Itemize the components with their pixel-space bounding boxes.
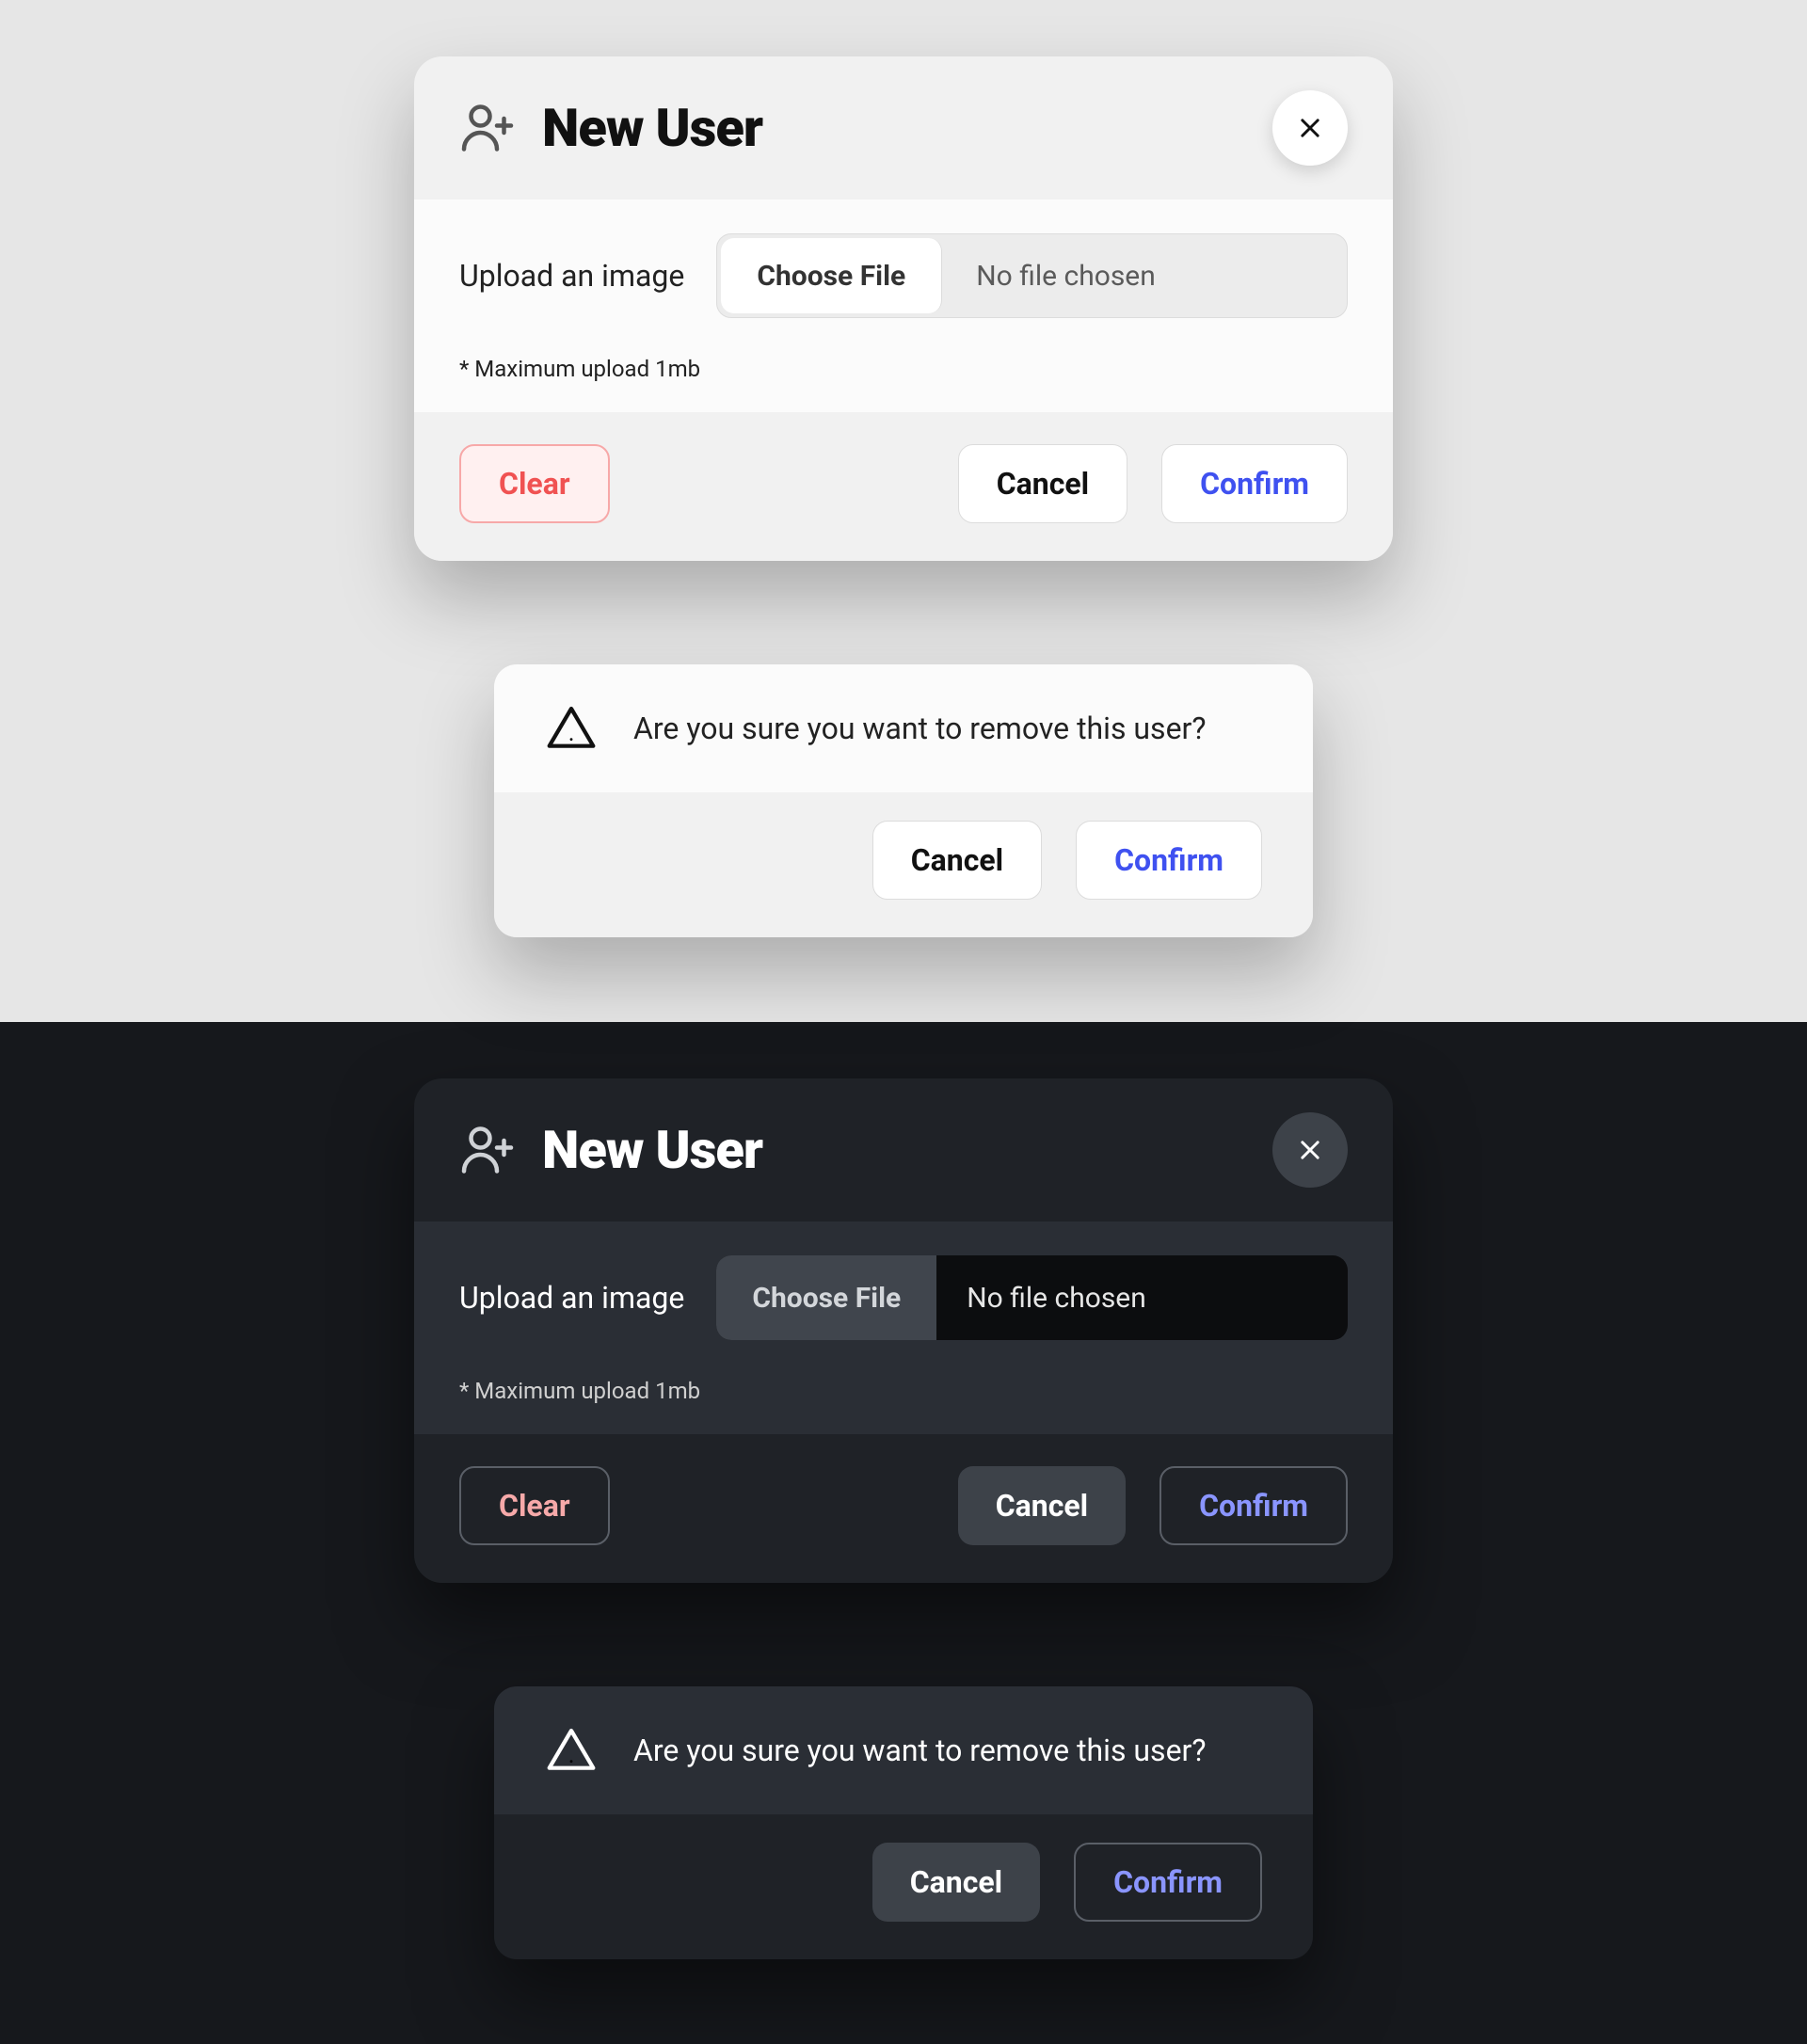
confirm-button[interactable]: Confirm	[1076, 821, 1262, 900]
dialog-prompt: Are you sure you want to remove this use…	[633, 1733, 1207, 1768]
warning-icon	[545, 702, 598, 755]
new-user-modal: New User Upload an image Choose File No …	[414, 56, 1393, 561]
modal-footer: Clear Cancel Confirm	[414, 412, 1393, 561]
file-status: No file chosen	[946, 234, 1347, 317]
warning-icon	[545, 1724, 598, 1777]
choose-file-button[interactable]: Choose File	[716, 1255, 936, 1340]
modal-title: New User	[542, 1119, 762, 1181]
clear-button[interactable]: Clear	[459, 1466, 610, 1545]
dialog-body: Are you sure you want to remove this use…	[494, 1686, 1313, 1814]
cancel-button[interactable]: Cancel	[872, 1843, 1040, 1922]
new-user-modal: New User Upload an image Choose File No …	[414, 1078, 1393, 1583]
dialog-body: Are you sure you want to remove this use…	[494, 664, 1313, 792]
user-plus-icon	[459, 100, 516, 156]
user-plus-icon	[459, 1122, 516, 1178]
modal-footer: Clear Cancel Confirm	[414, 1434, 1393, 1583]
cancel-button[interactable]: Cancel	[872, 821, 1042, 900]
modal-header: New User	[414, 1078, 1393, 1222]
modal-title: New User	[542, 97, 762, 159]
modal-header: New User	[414, 56, 1393, 200]
cancel-button[interactable]: Cancel	[958, 1466, 1126, 1545]
upload-hint: * Maximum upload 1mb	[459, 356, 1348, 382]
upload-row: Upload an image Choose File No file chos…	[459, 233, 1348, 318]
confirm-button[interactable]: Confirm	[1159, 1466, 1348, 1545]
file-input[interactable]: Choose File No file chosen	[716, 1255, 1348, 1340]
dialog-footer: Cancel Confirm	[494, 1814, 1313, 1959]
file-status: No file chosen	[936, 1255, 1348, 1340]
modal-body: Upload an image Choose File No file chos…	[414, 200, 1393, 412]
close-icon	[1297, 115, 1323, 141]
choose-file-button[interactable]: Choose File	[721, 238, 942, 313]
dark-theme-stage: New User Upload an image Choose File No …	[0, 1022, 1807, 2044]
light-theme-stage: New User Upload an image Choose File No …	[0, 0, 1807, 1022]
file-input[interactable]: Choose File No file chosen	[716, 233, 1348, 318]
modal-body: Upload an image Choose File No file chos…	[414, 1222, 1393, 1434]
upload-label: Upload an image	[459, 1280, 684, 1316]
close-icon	[1297, 1137, 1323, 1163]
upload-row: Upload an image Choose File No file chos…	[459, 1255, 1348, 1340]
remove-user-dialog: Are you sure you want to remove this use…	[494, 664, 1313, 937]
remove-user-dialog: Are you sure you want to remove this use…	[494, 1686, 1313, 1959]
confirm-button[interactable]: Confirm	[1161, 444, 1348, 523]
clear-button[interactable]: Clear	[459, 444, 610, 523]
dialog-prompt: Are you sure you want to remove this use…	[633, 711, 1207, 746]
upload-hint: * Maximum upload 1mb	[459, 1378, 1348, 1404]
close-button[interactable]	[1272, 1112, 1348, 1188]
close-button[interactable]	[1272, 90, 1348, 166]
confirm-button[interactable]: Confirm	[1074, 1843, 1262, 1922]
upload-label: Upload an image	[459, 258, 684, 294]
cancel-button[interactable]: Cancel	[958, 444, 1127, 523]
dialog-footer: Cancel Confirm	[494, 792, 1313, 937]
